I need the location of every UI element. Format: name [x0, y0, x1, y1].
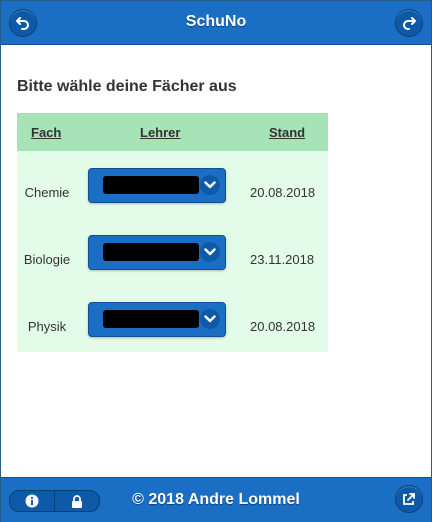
forward-icon — [403, 17, 416, 30]
app-title: SchuNo — [185, 13, 247, 30]
chevron-down-icon — [200, 309, 220, 329]
redacted-teacher-name — [103, 176, 199, 194]
chevron-down-icon — [200, 242, 220, 262]
share-icon — [403, 493, 415, 505]
forward-button[interactable] — [395, 9, 423, 37]
page-heading: Bitte wähle deine Fächer aus — [17, 78, 237, 95]
subjects-table: Fach Lehrer Stand Chemie 20.08.2018 Biol… — [17, 113, 328, 352]
copyright-text: © 2018 Andre Lommel — [132, 491, 300, 508]
column-header-lehrer[interactable]: Lehrer — [140, 125, 180, 140]
date-cell: 20.08.2018 — [250, 319, 316, 334]
date-cell: 20.08.2018 — [250, 185, 316, 200]
footer-bar: © 2018 Andre Lommel — [1, 477, 431, 522]
table-header: Fach Lehrer Stand — [17, 113, 328, 151]
teacher-select[interactable] — [88, 235, 226, 270]
table-row: Biologie 23.11.2018 — [17, 235, 328, 285]
share-button[interactable] — [395, 485, 423, 513]
app-frame: SchuNo Bitte wähle deine Fächer aus Fach… — [0, 0, 432, 522]
table-row: Chemie 20.08.2018 — [17, 168, 328, 218]
subject-cell: Physik — [27, 319, 67, 334]
redacted-teacher-name — [103, 310, 199, 328]
teacher-select[interactable] — [88, 168, 226, 203]
column-header-fach[interactable]: Fach — [31, 125, 61, 140]
teacher-select[interactable] — [88, 302, 226, 337]
date-cell: 23.11.2018 — [250, 252, 315, 267]
subject-cell: Chemie — [24, 185, 70, 200]
subject-cell: Biologie — [23, 252, 71, 267]
redacted-teacher-name — [103, 243, 199, 261]
column-header-stand[interactable]: Stand — [269, 125, 305, 140]
chevron-down-icon — [200, 175, 220, 195]
header-bar: SchuNo — [1, 1, 431, 45]
table-row: Physik 20.08.2018 — [17, 302, 328, 352]
